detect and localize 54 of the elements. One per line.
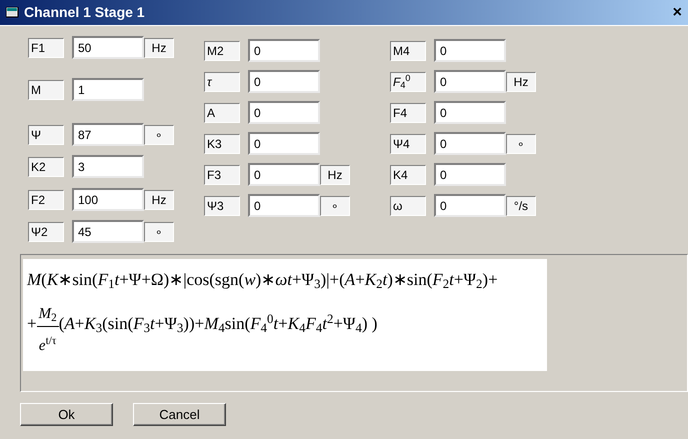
field-label: Ψ3 bbox=[204, 196, 240, 216]
fraction-numerator: M$_{2}$ bbox=[36, 303, 59, 326]
field-label: F4 bbox=[390, 102, 426, 122]
input-field[interactable]: 0 bbox=[248, 163, 320, 186]
field-label: Ψ bbox=[28, 124, 64, 144]
field-label: Ψ2 bbox=[28, 222, 64, 242]
formula-line: (A+K$_{3}$(sin(F$_{3}$t+Ψ$_{3}$))+M$_{4}$sin(F$_{4}$$^{0}$t+K$_{4}$F$_{4}$t$^{2}$+Ψ$_{4}$) ) bbox=[58, 311, 378, 336]
field-label: ω bbox=[390, 196, 426, 216]
input-field[interactable]: 3 bbox=[72, 155, 144, 178]
window-icon bbox=[6, 6, 20, 18]
input-field[interactable]: 0 bbox=[248, 39, 320, 62]
close-button[interactable]: × bbox=[672, 4, 682, 20]
unit-label: ∘ bbox=[506, 134, 536, 154]
input-field[interactable]: 0 bbox=[248, 101, 320, 124]
unit-label: ∘ bbox=[144, 124, 174, 144]
field-label: Ψ4 bbox=[390, 134, 426, 154]
formula-plus: + bbox=[27, 313, 37, 335]
field-label: F3 bbox=[204, 164, 240, 184]
input-field[interactable]: 45 bbox=[72, 220, 144, 243]
formula-line: M(K∗sin(F$_{1}$t+Ψ+Ω)∗|cos(sgn(w)∗ωt+Ψ$_{3}$)|+(A+K$_{2}$t)∗sin(F$_{2}$t+Ψ$_{2}$)+ bbox=[27, 269, 498, 293]
unit-label: Hz bbox=[320, 164, 350, 184]
input-field[interactable]: 100 bbox=[72, 188, 144, 211]
fraction-denominator: e$^{t/τ}$ bbox=[38, 334, 56, 356]
dialog-button[interactable]: Ok bbox=[20, 403, 113, 426]
window-title: Channel 1 Stage 1 bbox=[24, 3, 145, 22]
input-field[interactable]: 87 bbox=[72, 123, 144, 146]
unit-label: Hz bbox=[144, 190, 174, 210]
field-label: K3 bbox=[204, 134, 240, 154]
input-field[interactable]: 0 bbox=[434, 194, 506, 217]
field-label: M4 bbox=[390, 40, 426, 60]
field-label: M bbox=[28, 80, 64, 100]
unit-label: ∘ bbox=[320, 196, 350, 216]
unit-label: Hz bbox=[506, 72, 536, 92]
unit-label: Hz bbox=[144, 38, 174, 58]
input-field[interactable]: 0 bbox=[434, 101, 506, 124]
dialog-button[interactable]: Cancel bbox=[133, 403, 226, 426]
input-field[interactable]: 0 bbox=[434, 163, 506, 186]
input-field[interactable]: 1 bbox=[72, 78, 144, 101]
input-field[interactable]: 0 bbox=[434, 39, 506, 62]
field-label: F1 bbox=[28, 38, 64, 58]
field-label: τ bbox=[204, 72, 240, 92]
unit-label: °/s bbox=[506, 196, 536, 216]
input-field[interactable]: 0 bbox=[434, 70, 506, 93]
field-label: A bbox=[204, 102, 240, 122]
input-field[interactable]: 0 bbox=[434, 132, 506, 155]
field-label: M2 bbox=[204, 40, 240, 60]
field-label: K2 bbox=[28, 156, 64, 176]
input-field[interactable]: 50 bbox=[72, 36, 144, 59]
field-label: K4 bbox=[390, 164, 426, 184]
input-field[interactable]: 0 bbox=[248, 194, 320, 217]
input-field[interactable]: 0 bbox=[248, 132, 320, 155]
input-field[interactable]: 0 bbox=[248, 70, 320, 93]
unit-label: ∘ bbox=[144, 222, 174, 242]
field-label: F2 bbox=[28, 190, 64, 210]
